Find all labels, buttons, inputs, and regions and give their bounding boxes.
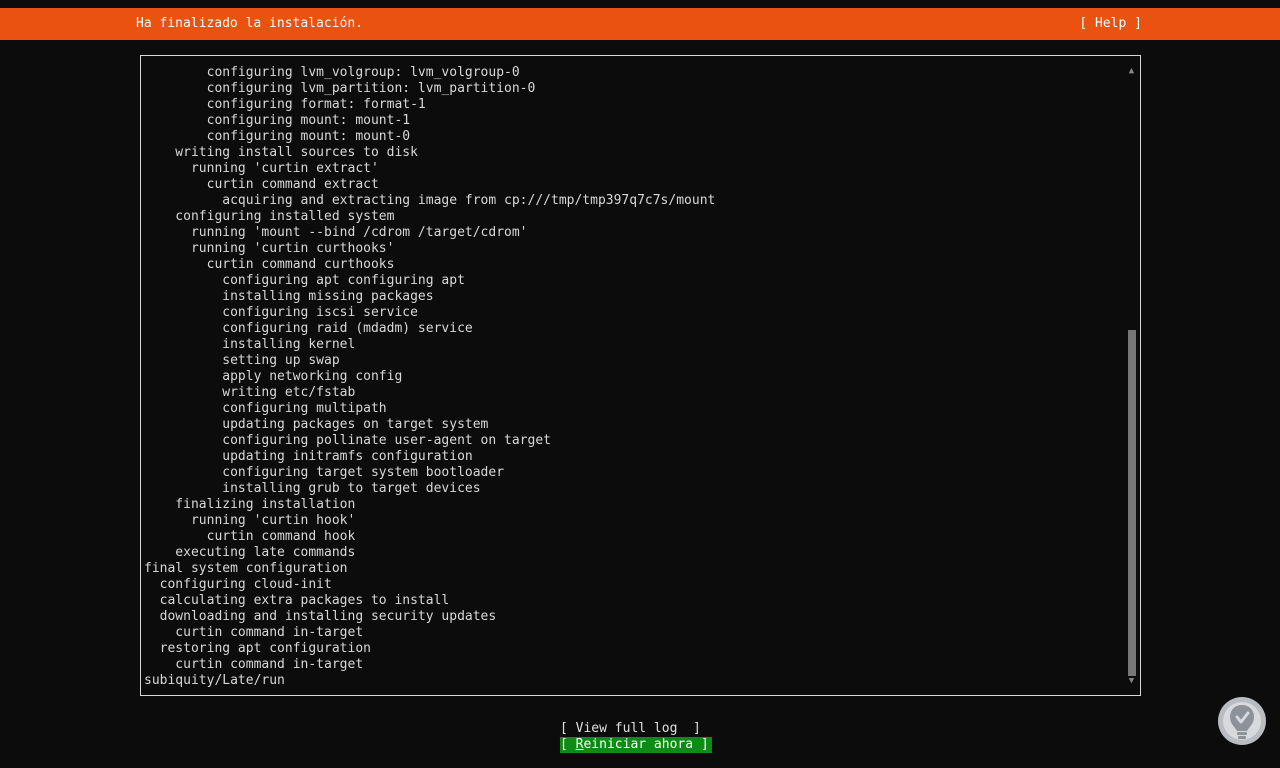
log-line: setting up swap <box>144 353 340 368</box>
log-line: final system configuration <box>144 561 348 576</box>
scrollbar[interactable] <box>1128 80 1136 676</box>
scrollbar-thumb[interactable] <box>1128 330 1136 676</box>
log-line: running 'curtin curthooks' <box>144 241 395 256</box>
log-line: writing etc/fstab <box>144 385 356 400</box>
log-line: configuring lvm_partition: lvm_partition… <box>144 81 536 96</box>
log-line: curtin command curthooks <box>144 257 395 272</box>
log-line: running 'curtin hook' <box>144 513 356 528</box>
log-line: configuring target system bootloader <box>144 465 505 480</box>
log-line: installing missing packages <box>144 289 434 304</box>
install-log-panel[interactable]: configuring lvm_volgroup: lvm_volgroup-0… <box>140 55 1141 696</box>
solvetic-logo-icon <box>1218 697 1266 745</box>
log-line: configuring multipath <box>144 401 387 416</box>
log-line: configuring format: format-1 <box>144 97 426 112</box>
bracket-close: ] <box>693 737 709 752</box>
reboot-now-label: einiciar ahora <box>583 737 694 752</box>
log-line: configuring mount: mount-0 <box>144 129 411 144</box>
log-line: configuring raid (mdadm) service <box>144 321 473 336</box>
reboot-now-button[interactable]: [ Reiniciar ahora ] <box>560 737 712 753</box>
log-line: acquiring and extracting image from cp:/… <box>144 193 716 208</box>
scroll-down-icon[interactable]: ▼ <box>1127 675 1136 687</box>
log-line: configuring lvm_volgroup: lvm_volgroup-0 <box>144 65 520 80</box>
log-line: updating packages on target system <box>144 417 489 432</box>
bracket-open: [ <box>560 721 576 736</box>
log-line: configuring mount: mount-1 <box>144 113 411 128</box>
log-line: curtin command in-target <box>144 625 364 640</box>
view-full-log-button[interactable]: [ View full log ] <box>560 721 712 737</box>
log-line: apply networking config <box>144 369 403 384</box>
log-lines: configuring lvm_volgroup: lvm_volgroup-0… <box>144 65 1120 689</box>
bracket-open: [ <box>560 737 576 752</box>
log-line: subiquity/Late/run <box>144 673 285 688</box>
log-line: configuring pollinate user-agent on targ… <box>144 433 551 448</box>
page-title: Ha finalizado la instalación. <box>136 16 363 31</box>
log-line: restoring apt configuration <box>144 641 371 656</box>
log-line: finalizing installation <box>144 497 356 512</box>
scroll-up-icon[interactable]: ▲ <box>1127 65 1136 77</box>
log-line: downloading and installing security upda… <box>144 609 497 624</box>
bracket-close: ] <box>677 721 701 736</box>
log-line: configuring apt configuring apt <box>144 273 465 288</box>
log-line: curtin command hook <box>144 529 356 544</box>
log-line: installing grub to target devices <box>144 481 481 496</box>
log-line: configuring iscsi service <box>144 305 418 320</box>
log-line: curtin command extract <box>144 177 379 192</box>
log-line: updating initramfs configuration <box>144 449 473 464</box>
log-line: writing install sources to disk <box>144 145 418 160</box>
log-line: running 'curtin extract' <box>144 161 379 176</box>
help-button[interactable]: [ Help ] <box>1079 16 1142 32</box>
log-line: installing kernel <box>144 337 356 352</box>
log-line: executing late commands <box>144 545 356 560</box>
log-line: curtin command in-target <box>144 657 364 672</box>
header-bar: Ha finalizado la instalación. [ Help ] <box>0 8 1280 40</box>
log-line: running 'mount --bind /cdrom /target/cdr… <box>144 225 528 240</box>
log-line: calculating extra packages to install <box>144 593 450 608</box>
view-full-log-label: View full log <box>575 721 678 736</box>
log-line: configuring cloud-init <box>144 577 332 592</box>
log-line: configuring installed system <box>144 209 395 224</box>
